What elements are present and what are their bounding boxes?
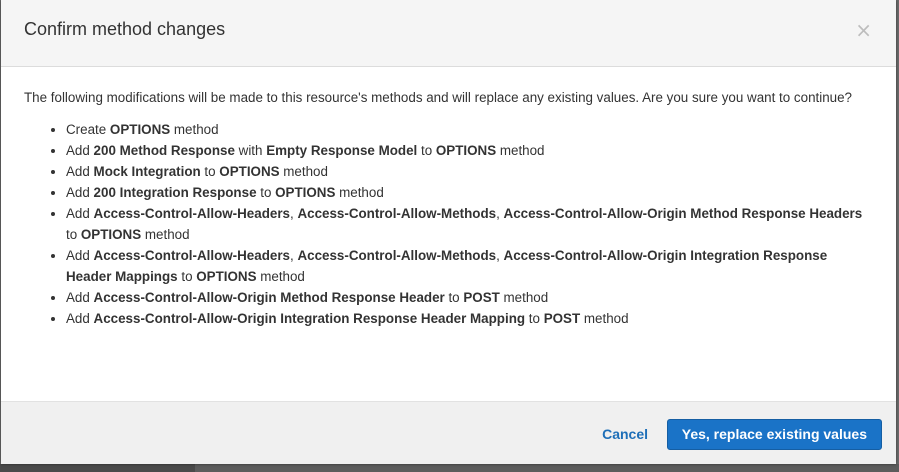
change-item-text: method (580, 311, 629, 326)
change-item-emphasis: Access-Control-Allow-Origin Method Respo… (93, 290, 445, 305)
changes-list: Create OPTIONS methodAdd 200 Method Resp… (24, 119, 866, 329)
change-item: Add Mock Integration to OPTIONS method (66, 161, 866, 182)
change-item-text: to (444, 290, 464, 305)
change-item-emphasis: Access-Control-Allow-Origin Method Respo… (503, 206, 863, 221)
change-item: Add Access-Control-Allow-Headers, Access… (66, 203, 866, 245)
change-item-text: method (256, 269, 305, 284)
change-item-emphasis: OPTIONS (196, 269, 257, 284)
change-item-text: Add (66, 290, 94, 305)
change-item-text: Add (66, 311, 94, 326)
change-item-emphasis: Access-Control-Allow-Methods (297, 248, 497, 263)
page-backdrop (0, 464, 899, 472)
confirm-replace-button[interactable]: Yes, replace existing values (666, 419, 882, 450)
change-item: Add Access-Control-Allow-Origin Integrat… (66, 308, 866, 329)
dialog-body: The following modifications will be made… (24, 88, 866, 329)
change-item-text: , (496, 206, 504, 221)
change-item: Add Access-Control-Allow-Headers, Access… (66, 245, 866, 287)
change-item-text: , (496, 248, 504, 263)
change-item-emphasis: OPTIONS (219, 164, 280, 179)
change-item-text: method (141, 227, 190, 242)
change-item-text: Add (66, 206, 94, 221)
backdrop-panel (195, 464, 899, 472)
change-item-text: to (417, 143, 436, 158)
change-item-text: method (335, 185, 384, 200)
change-item-emphasis: OPTIONS (109, 122, 171, 137)
change-item-text: with (234, 143, 267, 158)
dialog-title: Confirm method changes (24, 19, 226, 39)
change-item-emphasis: Access-Control-Allow-Headers (93, 206, 290, 221)
change-item-emphasis: POST (463, 290, 500, 305)
change-item-text: Add (66, 164, 94, 179)
change-item-text: method (279, 164, 328, 179)
change-item-text: Create (66, 122, 110, 137)
dialog-footer: Cancel Yes, replace existing values (1, 401, 896, 464)
change-item-emphasis: Access-Control-Allow-Methods (297, 206, 497, 221)
change-item-text: Add (66, 143, 94, 158)
change-item-text: Add (66, 248, 94, 263)
change-item-text: to (256, 185, 276, 200)
change-item-text: to (525, 311, 544, 326)
change-item-emphasis: OPTIONS (80, 227, 142, 242)
change-item-emphasis: POST (543, 311, 581, 326)
dialog-header: Confirm method changes × (1, 0, 896, 67)
change-item-emphasis: OPTIONS (435, 143, 497, 158)
change-item-text: method (170, 122, 219, 137)
close-icon[interactable]: × (855, 19, 872, 41)
change-item-text: method (499, 290, 549, 305)
change-item-emphasis: Empty Response Model (266, 143, 418, 158)
change-item-emphasis: Access-Control-Allow-Headers (93, 248, 290, 263)
change-item-emphasis: OPTIONS (275, 185, 336, 200)
change-item-emphasis: Access-Control-Allow-Origin Integration … (93, 311, 526, 326)
change-item: Add 200 Integration Response to OPTIONS … (66, 182, 866, 203)
change-item: Create OPTIONS method (66, 119, 866, 140)
change-item-text: to (200, 164, 220, 179)
change-item-emphasis: 200 Integration Response (93, 185, 257, 200)
change-item: Add 200 Method Response with Empty Respo… (66, 140, 866, 161)
change-item-emphasis: Mock Integration (93, 164, 201, 179)
change-item: Add Access-Control-Allow-Origin Method R… (66, 287, 866, 308)
change-item-text: to (66, 227, 81, 242)
change-item-emphasis: 200 Method Response (93, 143, 235, 158)
change-item-text: method (496, 143, 545, 158)
change-item-text: Add (66, 185, 94, 200)
confirm-dialog: Confirm method changes × The following m… (1, 0, 896, 464)
change-item-text: to (177, 269, 197, 284)
dialog-intro-text: The following modifications will be made… (24, 90, 853, 105)
cancel-button[interactable]: Cancel (602, 426, 648, 442)
